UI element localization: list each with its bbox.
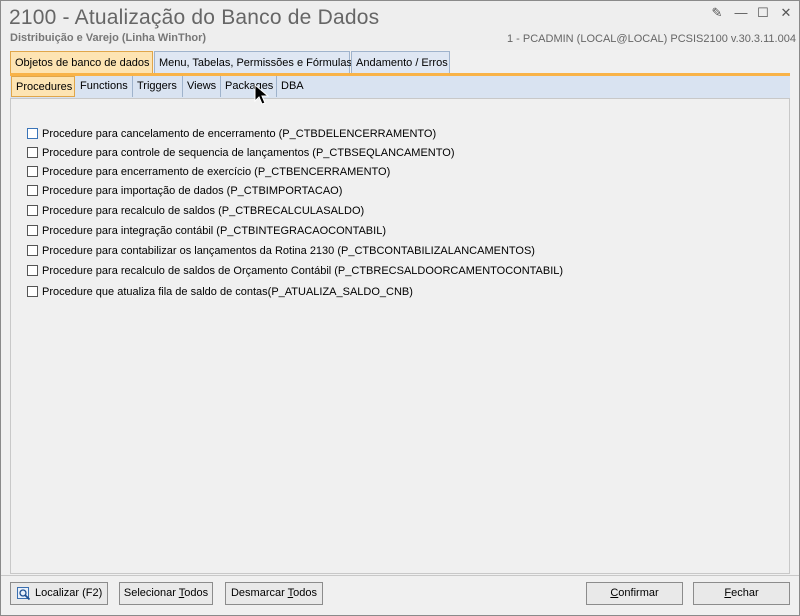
tab-objetos-banco[interactable]: Objetos de banco de dados [10, 51, 153, 73]
checkbox[interactable] [27, 185, 38, 196]
title-bar: 2100 - Atualização do Banco de Dados Dis… [1, 1, 799, 50]
tab-andamento-erros[interactable]: Andamento / Erros [351, 51, 450, 73]
selecionar-todos-button[interactable]: Selecionar Todos [119, 582, 213, 605]
desmarcar-label-end: odos [293, 587, 317, 599]
close-icon[interactable]: ✕ [778, 5, 794, 21]
procedure-label: Procedure para importação de dados (P_CT… [42, 185, 343, 197]
main-tab-bar: Objetos de banco de dados Menu, Tabelas,… [10, 51, 790, 73]
localizar-label: Localizar (F2) [35, 587, 103, 599]
fechar-button[interactable]: Fechar [693, 582, 790, 605]
maximize-icon[interactable]: ☐ [755, 5, 771, 21]
selecionar-label-end: odos [184, 587, 209, 599]
procedure-label: Procedure para controle de sequencia de … [42, 147, 455, 159]
confirmar-button[interactable]: Confirmar [586, 582, 683, 605]
procedure-label: Procedure para contabilizar os lançament… [42, 245, 535, 257]
selecionar-label: Selecionar [123, 587, 179, 599]
tab-procedures[interactable]: Procedures [11, 76, 75, 97]
checkbox[interactable] [27, 166, 38, 177]
confirmar-label: onfirmar [618, 587, 659, 599]
checkbox[interactable] [27, 225, 38, 236]
procedure-label: Procedure para integração contábil (P_CT… [42, 225, 386, 237]
fechar-label: echar [731, 587, 759, 599]
sub-tab-bar: Procedures Functions Triggers Views Pack… [10, 76, 790, 98]
bottom-toolbar: Localizar (F2) Selecionar Todos Desmarca… [1, 575, 799, 616]
procedure-label: Procedure para encerramento de exercício… [42, 166, 391, 178]
edit-icon[interactable]: ✎ [709, 5, 725, 21]
user-info: 1 - PCADMIN (LOCAL@LOCAL) PCSIS2100 v.30… [507, 33, 796, 45]
tab-views[interactable]: Views [183, 76, 221, 97]
desmarcar-todos-button[interactable]: Desmarcar Todos [225, 582, 323, 605]
window-title: 2100 - Atualização do Banco de Dados [9, 6, 380, 29]
checkbox[interactable] [27, 286, 38, 297]
mouse-cursor-icon [254, 84, 270, 105]
procedure-label: Procedure para recalculo de saldos (P_CT… [42, 205, 365, 217]
procedures-panel: Procedure para cancelamento de encerrame… [10, 98, 790, 574]
search-icon [17, 587, 31, 601]
checkbox[interactable] [27, 265, 38, 276]
main-window: 2100 - Atualização do Banco de Dados Dis… [0, 0, 800, 616]
procedure-label: Procedure para recalculo de saldos de Or… [42, 265, 564, 277]
checkbox[interactable] [27, 205, 38, 216]
checkbox[interactable] [27, 128, 38, 139]
procedure-label: Procedure que atualiza fila de saldo de … [42, 286, 413, 298]
tab-menu-tabelas[interactable]: Menu, Tabelas, Permissões e Fórmulas [154, 51, 352, 73]
checkbox[interactable] [27, 147, 38, 158]
tab-triggers[interactable]: Triggers [133, 76, 183, 97]
localizar-button[interactable]: Localizar (F2) [10, 582, 108, 605]
procedure-label: Procedure para cancelamento de encerrame… [42, 128, 437, 140]
checkbox[interactable] [27, 245, 38, 256]
window-subtitle: Distribuição e Varejo (Linha WinThor) [10, 32, 207, 44]
minimize-icon[interactable]: — [733, 5, 749, 21]
tab-dba[interactable]: DBA [277, 76, 308, 97]
tab-functions[interactable]: Functions [76, 76, 133, 97]
desmarcar-label: Desmarcar [230, 587, 288, 599]
